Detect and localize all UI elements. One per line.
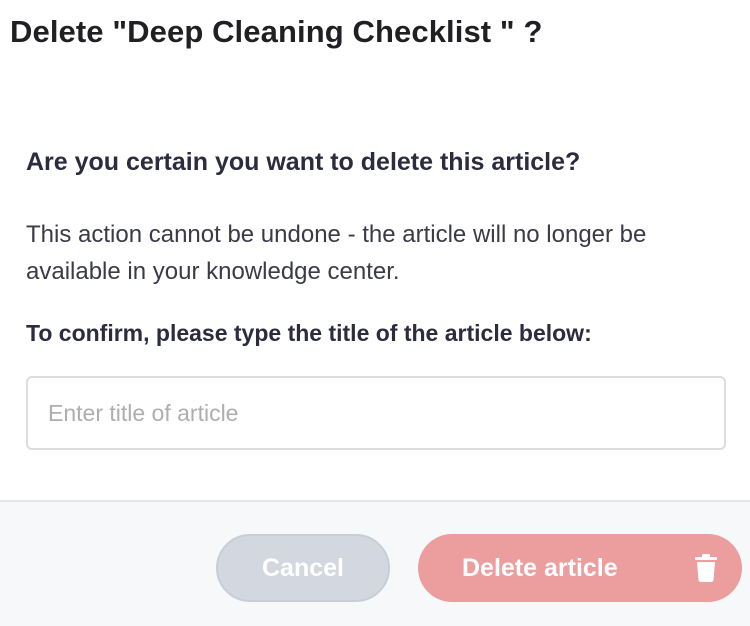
dialog-footer: Cancel Delete article: [0, 500, 750, 626]
trash-icon: [695, 554, 717, 582]
warning-text: This action cannot be undone - the artic…: [26, 221, 647, 285]
confirmation-question: Are you certain you want to delete this …: [26, 148, 581, 176]
confirm-title-label: To confirm, please type the title of the…: [26, 320, 592, 346]
delete-article-button[interactable]: Delete article: [418, 534, 742, 602]
cancel-button-label: Cancel: [262, 553, 344, 582]
dialog-title: Delete "Deep Cleaning Checklist " ?: [10, 14, 543, 49]
delete-button-label: Delete article: [462, 553, 618, 582]
delete-article-dialog: Delete "Deep Cleaning Checklist " ? Are …: [0, 0, 750, 626]
cancel-button[interactable]: Cancel: [216, 534, 390, 602]
article-title-input[interactable]: [26, 376, 726, 450]
